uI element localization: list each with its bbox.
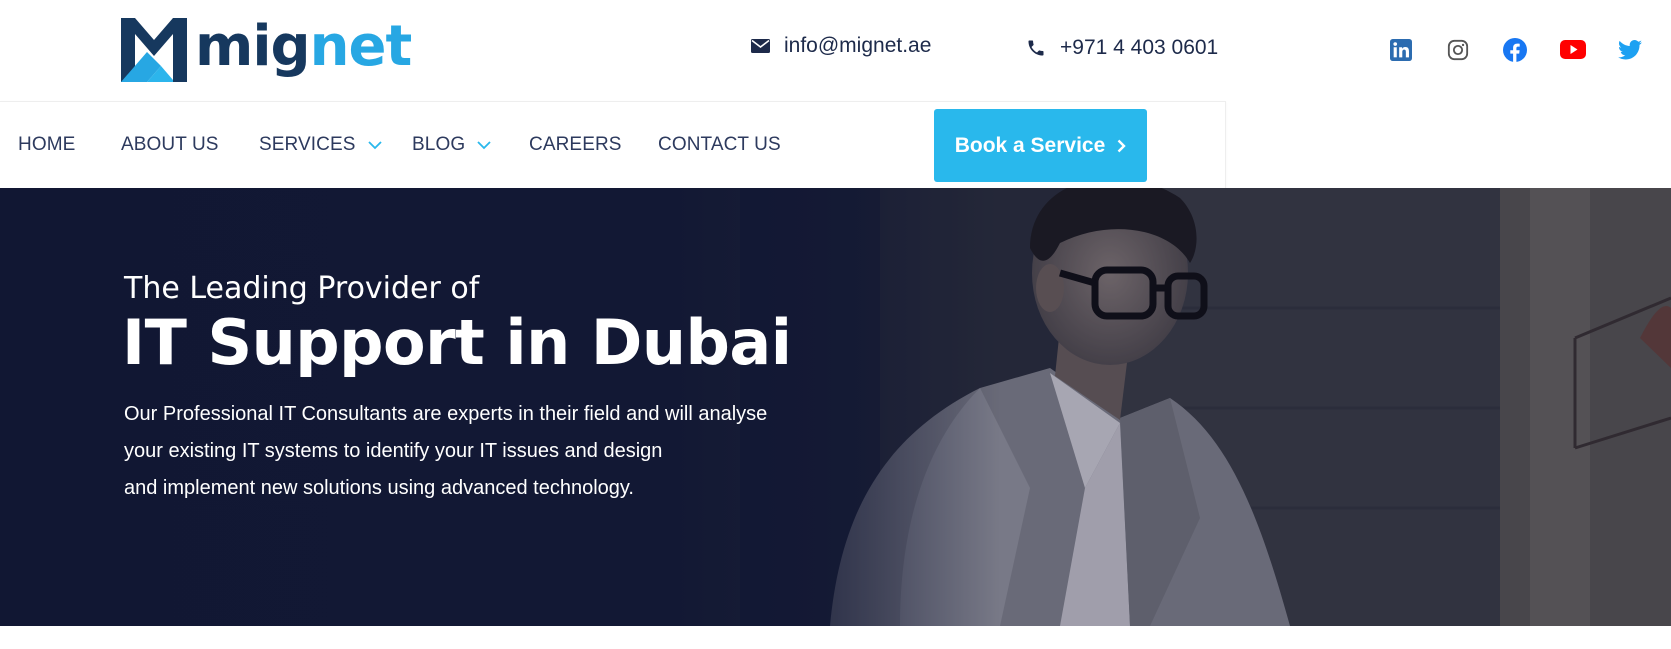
nav-item-contact-us[interactable]: CONTACT US [658, 102, 781, 188]
nav-item-blog[interactable]: BLOG [412, 102, 491, 188]
nav-item-label: CAREERS [529, 134, 622, 155]
nav-item-about-us[interactable]: ABOUT US [121, 102, 219, 188]
nav-item-label: HOME [18, 134, 76, 155]
nav-item-label: SERVICES [259, 134, 356, 155]
mignet-logo-icon [121, 18, 187, 82]
twitter-icon[interactable] [1616, 36, 1644, 64]
hero-description-line: Our Professional IT Consultants are expe… [124, 403, 768, 425]
brand-name-part2: net [309, 14, 413, 79]
contact-phone-text: +971 4 403 0601 [1060, 36, 1219, 59]
nav-item-home[interactable]: HOME [18, 102, 75, 188]
contact-email-text: info@mignet.ae [784, 34, 932, 57]
linkedin-icon[interactable] [1387, 36, 1415, 64]
chevron-down-icon [477, 140, 491, 149]
hero-title: IT Support in Dubai [122, 306, 792, 379]
nav-item-services[interactable]: SERVICES [259, 102, 382, 188]
chevron-down-icon [367, 140, 382, 149]
envelope-icon [751, 39, 770, 53]
nav-item-careers[interactable]: CAREERS [529, 102, 622, 188]
nav-item-label: CONTACT US [658, 134, 781, 155]
nav-item-label: BLOG [412, 134, 466, 155]
facebook-icon[interactable] [1501, 36, 1529, 64]
hero-description-line: your existing IT systems to identify you… [124, 440, 663, 462]
contact-phone[interactable]: +971 4 403 0601 [1026, 36, 1218, 60]
nav-item-label: ABOUT US [121, 134, 219, 155]
brand-name-part1: mig [195, 14, 311, 79]
contact-email[interactable]: info@mignet.ae [751, 34, 931, 58]
chevron-right-icon [1117, 139, 1126, 152]
youtube-icon[interactable] [1559, 36, 1587, 64]
brand-logo[interactable]: mignet [121, 18, 412, 82]
hero-banner: The Leading Provider of IT Support in Du… [0, 188, 1671, 626]
instagram-icon[interactable] [1444, 36, 1472, 64]
hero-description: Our Professional IT Consultants are expe… [124, 396, 767, 507]
phone-icon [1028, 40, 1044, 56]
book-service-label: Book a Service [954, 133, 1106, 157]
brand-name: mignet [195, 19, 412, 75]
hero-description-line: and implement new solutions using advanc… [124, 477, 634, 499]
hero-subtitle: The Leading Provider of [124, 271, 480, 306]
book-service-button[interactable]: Book a Service [934, 109, 1147, 182]
